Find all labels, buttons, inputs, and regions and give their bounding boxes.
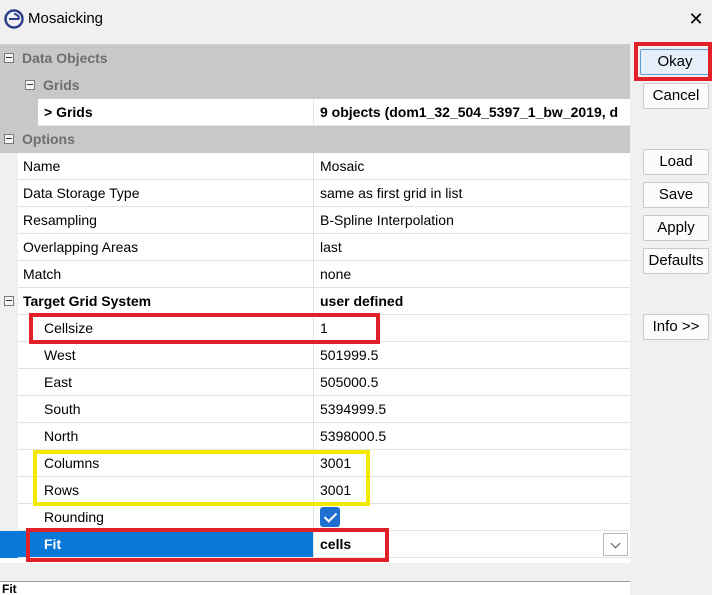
load-button[interactable]: Load — [643, 149, 709, 175]
field-row-north[interactable]: North 5398000.5 — [0, 423, 630, 450]
field-value[interactable]: 501999.5 — [314, 342, 630, 369]
field-row-south[interactable]: South 5394999.5 — [0, 396, 630, 423]
option-value[interactable]: B-Spline Interpolation — [314, 207, 630, 234]
option-row-data-storage-type[interactable]: Data Storage Type same as first grid in … — [0, 180, 630, 207]
option-value[interactable]: Mosaic — [314, 153, 630, 180]
grids-value[interactable]: 9 objects (dom1_32_504_5397_1_bw_2019, d — [314, 99, 630, 126]
field-row-columns[interactable]: Columns 3001 — [0, 450, 630, 477]
field-value[interactable]: 5398000.5 — [314, 423, 630, 450]
section-title: Data Objects — [22, 50, 108, 66]
field-row-rows[interactable]: Rows 3001 — [0, 477, 630, 504]
option-value[interactable]: last — [314, 234, 630, 261]
field-row-fit[interactable]: Fit cells — [0, 531, 630, 558]
save-button[interactable]: Save — [643, 182, 709, 208]
field-label: East — [18, 369, 314, 396]
field-label: Rows — [18, 477, 314, 504]
defaults-button[interactable]: Defaults — [643, 248, 709, 274]
field-label: Cellsize — [18, 315, 314, 342]
close-icon[interactable]: ✕ — [686, 8, 706, 30]
collapse-icon[interactable] — [25, 80, 35, 90]
field-value[interactable]: 5394999.5 — [314, 396, 630, 423]
field-label: South — [18, 396, 314, 423]
collapse-icon[interactable] — [4, 53, 14, 63]
option-label: Resampling — [18, 207, 314, 234]
section-title: Options — [22, 131, 75, 147]
rounding-checkbox[interactable] — [320, 507, 340, 527]
section-title: Grids — [43, 77, 80, 93]
field-value[interactable] — [314, 504, 630, 531]
option-row-match[interactable]: Match none — [0, 261, 630, 288]
option-label: Name — [18, 153, 314, 180]
field-value[interactable]: 1 — [314, 315, 630, 342]
app-logo-icon — [4, 9, 24, 29]
section-options[interactable]: Options — [0, 126, 630, 153]
target-grid-system-label: Target Grid System — [18, 288, 314, 315]
apply-button[interactable]: Apply — [643, 215, 709, 241]
field-label: Rounding — [18, 504, 314, 531]
option-label: Data Storage Type — [18, 180, 314, 207]
fit-select[interactable]: cells — [314, 531, 630, 558]
target-grid-system-value[interactable]: user defined — [314, 288, 630, 315]
field-value[interactable]: 3001 — [314, 477, 630, 504]
option-row-name[interactable]: Name Mosaic — [0, 153, 630, 180]
grids-row[interactable]: > Grids 9 objects (dom1_32_504_5397_1_bw… — [0, 99, 630, 126]
collapse-icon[interactable] — [4, 296, 14, 306]
section-data-objects[interactable]: Data Objects — [0, 45, 630, 72]
description-bar: Fit — [0, 581, 630, 595]
field-row-rounding[interactable]: Rounding — [0, 504, 630, 531]
title-bar: Mosaicking ✕ — [0, 0, 712, 40]
info-button[interactable]: Info >> — [643, 314, 709, 340]
collapse-icon[interactable] — [4, 134, 14, 144]
field-label: Columns — [18, 450, 314, 477]
option-label: Match — [18, 261, 314, 288]
option-value[interactable]: none — [314, 261, 630, 288]
section-grids[interactable]: Grids — [0, 72, 630, 99]
field-row-east[interactable]: East 505000.5 — [0, 369, 630, 396]
chevron-down-icon[interactable] — [603, 533, 628, 556]
option-value[interactable]: same as first grid in list — [314, 180, 630, 207]
grids-label: > Grids — [38, 99, 314, 126]
field-label: West — [18, 342, 314, 369]
field-row-west[interactable]: West 501999.5 — [0, 342, 630, 369]
field-label: Fit — [18, 531, 314, 558]
okay-button[interactable]: Okay — [640, 49, 710, 75]
field-value[interactable]: 3001 — [314, 450, 630, 477]
parameter-grid: Data Objects Grids > Grids 9 objects (do… — [0, 44, 630, 563]
field-row-cellsize[interactable]: Cellsize 1 — [0, 315, 630, 342]
field-value[interactable]: 505000.5 — [314, 369, 630, 396]
cancel-button[interactable]: Cancel — [643, 83, 709, 109]
option-row-overlapping-areas[interactable]: Overlapping Areas last — [0, 234, 630, 261]
window-title: Mosaicking — [28, 10, 104, 27]
target-grid-system-row[interactable]: Target Grid System user defined — [0, 288, 630, 315]
field-label: North — [18, 423, 314, 450]
option-label: Overlapping Areas — [18, 234, 314, 261]
option-row-resampling[interactable]: Resampling B-Spline Interpolation — [0, 207, 630, 234]
